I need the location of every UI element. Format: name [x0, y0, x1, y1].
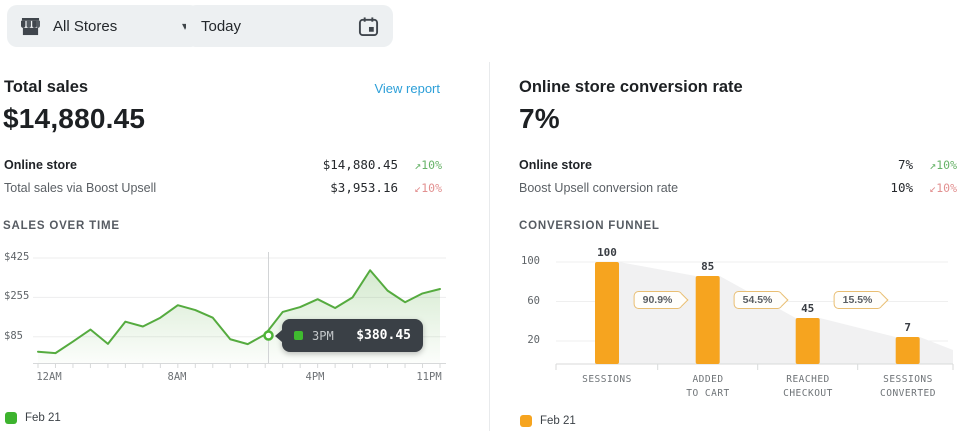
conversion-rate-value: 7%	[519, 103, 560, 135]
conversion-tag: 90.9%	[634, 291, 683, 309]
delta-down-badge: ↙10%	[913, 181, 957, 195]
date-range-label: Today	[201, 18, 241, 35]
metric-label: Total sales via Boost Upsell	[4, 181, 330, 195]
x-axis-tick: 11PM	[416, 371, 441, 383]
funnel-category-sessions: SESSIONS	[552, 373, 662, 387]
conversion-funnel-title: CONVERSION FUNNEL	[519, 220, 660, 232]
chart-tooltip: 3PM $380.45	[282, 319, 423, 352]
funnel-category-added-to-cart: ADDED TO CART	[653, 373, 763, 401]
metric-label: Online store	[4, 158, 323, 172]
funnel-category-reached-checkout: REACHED CHECKOUT	[753, 373, 863, 401]
storefront-icon	[20, 17, 41, 36]
metric-value: $3,953.16	[330, 180, 398, 195]
metric-row-online-store-rate: Online store 7% ↗10%	[519, 156, 957, 173]
x-axis-tick: 4PM	[306, 371, 325, 383]
metric-value: 10%	[890, 180, 913, 195]
metric-value: 7%	[898, 157, 913, 172]
tooltip-value: $380.45	[342, 328, 411, 343]
metric-label: Boost Upsell conversion rate	[519, 181, 890, 195]
sales-over-time-title: SALES OVER TIME	[3, 220, 120, 232]
total-sales-value: $14,880.45	[3, 103, 145, 135]
legend-feb21-sales[interactable]: Feb 21	[5, 412, 61, 424]
delta-up-badge: ↗10%	[398, 158, 442, 172]
svg-text:100: 100	[597, 246, 617, 259]
date-range-button[interactable]: Today	[186, 5, 393, 47]
svg-text:7: 7	[904, 321, 911, 334]
view-report-link[interactable]: View report	[374, 81, 440, 96]
sales-line-chart[interactable]	[0, 246, 470, 372]
legend-feb21-funnel[interactable]: Feb 21	[520, 415, 576, 427]
legend-label: Feb 21	[540, 415, 576, 427]
conversion-tag: 15.5%	[834, 291, 883, 309]
delta-up-badge: ↗10%	[913, 158, 957, 172]
store-selector-button[interactable]: All Stores ▾	[7, 5, 200, 47]
panel-divider	[489, 62, 490, 431]
metric-row-boost-upsell-rate: Boost Upsell conversion rate 10% ↙10%	[519, 179, 957, 196]
calendar-icon	[358, 16, 379, 37]
metric-row-online-store-sales: Online store $14,880.45 ↗10%	[4, 156, 442, 173]
tooltip-time: 3PM	[312, 329, 334, 343]
funnel-category-sessions-converted: SESSIONS CONVERTED	[853, 373, 960, 401]
legend-label: Feb 21	[25, 412, 61, 424]
legend-swatch-icon	[520, 415, 532, 427]
metric-row-boost-upsell-sales: Total sales via Boost Upsell $3,953.16 ↙…	[4, 179, 442, 196]
store-selector-label: All Stores	[53, 18, 117, 35]
legend-swatch-icon	[5, 412, 17, 424]
x-axis-tick: 12AM	[36, 371, 61, 383]
conversion-funnel-chart[interactable]: 100 85 45 7	[500, 245, 960, 380]
svg-text:85: 85	[701, 260, 714, 273]
conversion-rate-title: Online store conversion rate	[519, 78, 743, 97]
svg-text:45: 45	[801, 302, 814, 315]
metric-value: $14,880.45	[323, 157, 398, 172]
delta-down-badge: ↙10%	[398, 181, 442, 195]
analytics-dashboard: All Stores ▾ Today Total sales View repo…	[0, 0, 960, 431]
series-swatch-icon	[294, 331, 303, 340]
total-sales-title: Total sales	[4, 78, 88, 97]
metric-label: Online store	[519, 158, 898, 172]
conversion-tag: 54.5%	[734, 291, 783, 309]
x-axis-tick: 8AM	[168, 371, 187, 383]
